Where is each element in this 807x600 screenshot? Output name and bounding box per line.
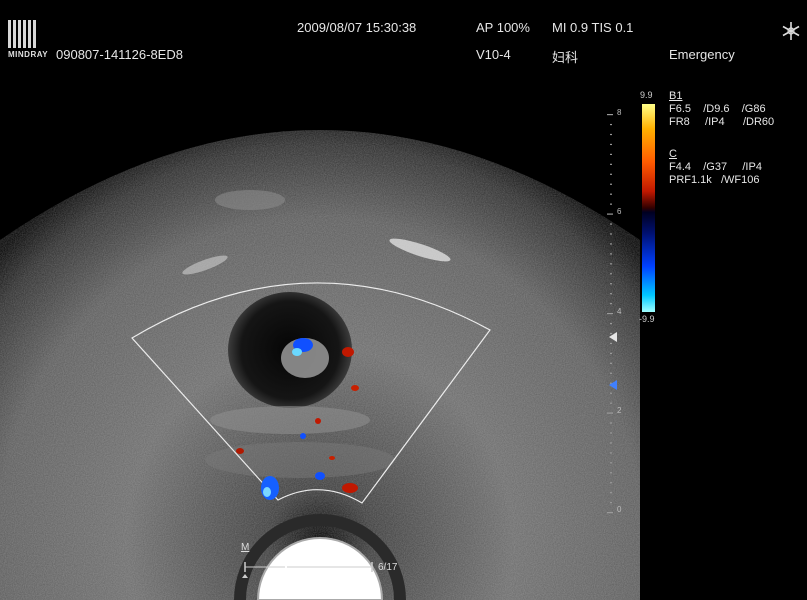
depth-major-tick [607, 512, 613, 514]
depth-minor-tick [610, 452, 612, 454]
patient-id: 090807-141126-8ED8 [56, 47, 183, 62]
depth-minor-tick [610, 223, 612, 225]
depth-label: 2 [617, 406, 622, 415]
depth-minor-tick [610, 422, 612, 424]
depth-minor-tick [610, 442, 612, 444]
color-mode-line1: F4.4 /G37 /IP4 [669, 161, 762, 173]
barcode-logo-mark [8, 20, 50, 48]
depth-minor-tick [610, 293, 612, 295]
probe-name: V10-4 [476, 47, 511, 62]
preset-mode: Emergency [669, 47, 735, 62]
depth-minor-tick [610, 243, 612, 245]
logo-wordmark: MINDRAY [8, 50, 49, 59]
depth-minor-tick [610, 153, 612, 155]
depth-major-tick [607, 114, 613, 116]
mi-tis-readout: MI 0.9 TIS 0.1 [552, 20, 634, 35]
depth-minor-tick [610, 193, 612, 195]
depth-label: 4 [617, 307, 622, 316]
b-mode-params: B1 F6.5 /D9.6 /G86 FR8 /IP4 /DR60 [669, 90, 774, 129]
depth-minor-tick [610, 253, 612, 255]
depth-minor-tick [610, 482, 612, 484]
depth-minor-tick [610, 203, 612, 205]
depth-minor-tick [610, 273, 612, 275]
b-mode-line1: F6.5 /D9.6 /G86 [669, 103, 766, 115]
depth-minor-tick [610, 462, 612, 464]
exam-type: 妇科 [552, 50, 579, 65]
color-focus-triangle-icon[interactable] [608, 380, 618, 390]
exam-datetime: 2009/08/07 15:30:38 [297, 20, 417, 35]
color-mode-title: C [669, 148, 677, 160]
depth-minor-tick [610, 372, 612, 374]
depth-minor-tick [610, 183, 612, 185]
snowflake-icon[interactable] [780, 20, 802, 42]
colorbar-max-label: 9.9 [640, 90, 653, 100]
depth-minor-tick [610, 233, 612, 235]
acoustic-power: AP 100% [476, 20, 530, 35]
depth-minor-tick [610, 322, 612, 325]
depth-minor-tick [610, 342, 612, 345]
b-mode-title: B1 [669, 90, 683, 102]
depth-minor-tick [610, 303, 612, 305]
depth-minor-tick [610, 123, 612, 126]
depth-minor-tick [610, 402, 612, 404]
depth-label: 6 [617, 207, 622, 216]
m-mode-marker: M [241, 542, 250, 553]
depth-minor-tick [610, 352, 612, 354]
depth-minor-tick [610, 163, 612, 165]
depth-label: 8 [617, 108, 622, 117]
depth-minor-tick [610, 432, 612, 434]
velocity-colorbar [642, 104, 655, 312]
depth-minor-tick [610, 173, 612, 175]
depth-major-tick [607, 412, 613, 414]
depth-minor-tick [610, 143, 612, 146]
depth-minor-tick [610, 472, 612, 474]
depth-major-tick [607, 313, 613, 315]
mindray-logo: MINDRAY [8, 20, 50, 59]
depth-minor-tick [610, 133, 612, 136]
color-mode-params: C F4.4 /G37 /IP4 PRF1.1k /WF106 [669, 148, 762, 187]
depth-major-tick [607, 213, 613, 215]
depth-minor-tick [610, 263, 612, 265]
colorbar-min-label: -9.9 [639, 314, 655, 324]
frame-counter: 6/17 [378, 562, 398, 573]
focus-triangle-icon[interactable] [608, 332, 618, 342]
depth-minor-tick [610, 392, 612, 394]
depth-minor-tick [610, 492, 612, 494]
depth-scale: 8 6 4 2 0 [605, 100, 629, 520]
depth-minor-tick [610, 283, 612, 285]
ultrasound-image [0, 130, 640, 600]
b-mode-line2: FR8 /IP4 /DR60 [669, 116, 775, 128]
cine-scrollbar[interactable] [240, 558, 376, 578]
color-mode-line2: PRF1.1k /WF106 [669, 174, 760, 186]
depth-minor-tick [610, 502, 612, 504]
depth-label: 0 [617, 505, 622, 514]
depth-minor-tick [610, 362, 612, 364]
